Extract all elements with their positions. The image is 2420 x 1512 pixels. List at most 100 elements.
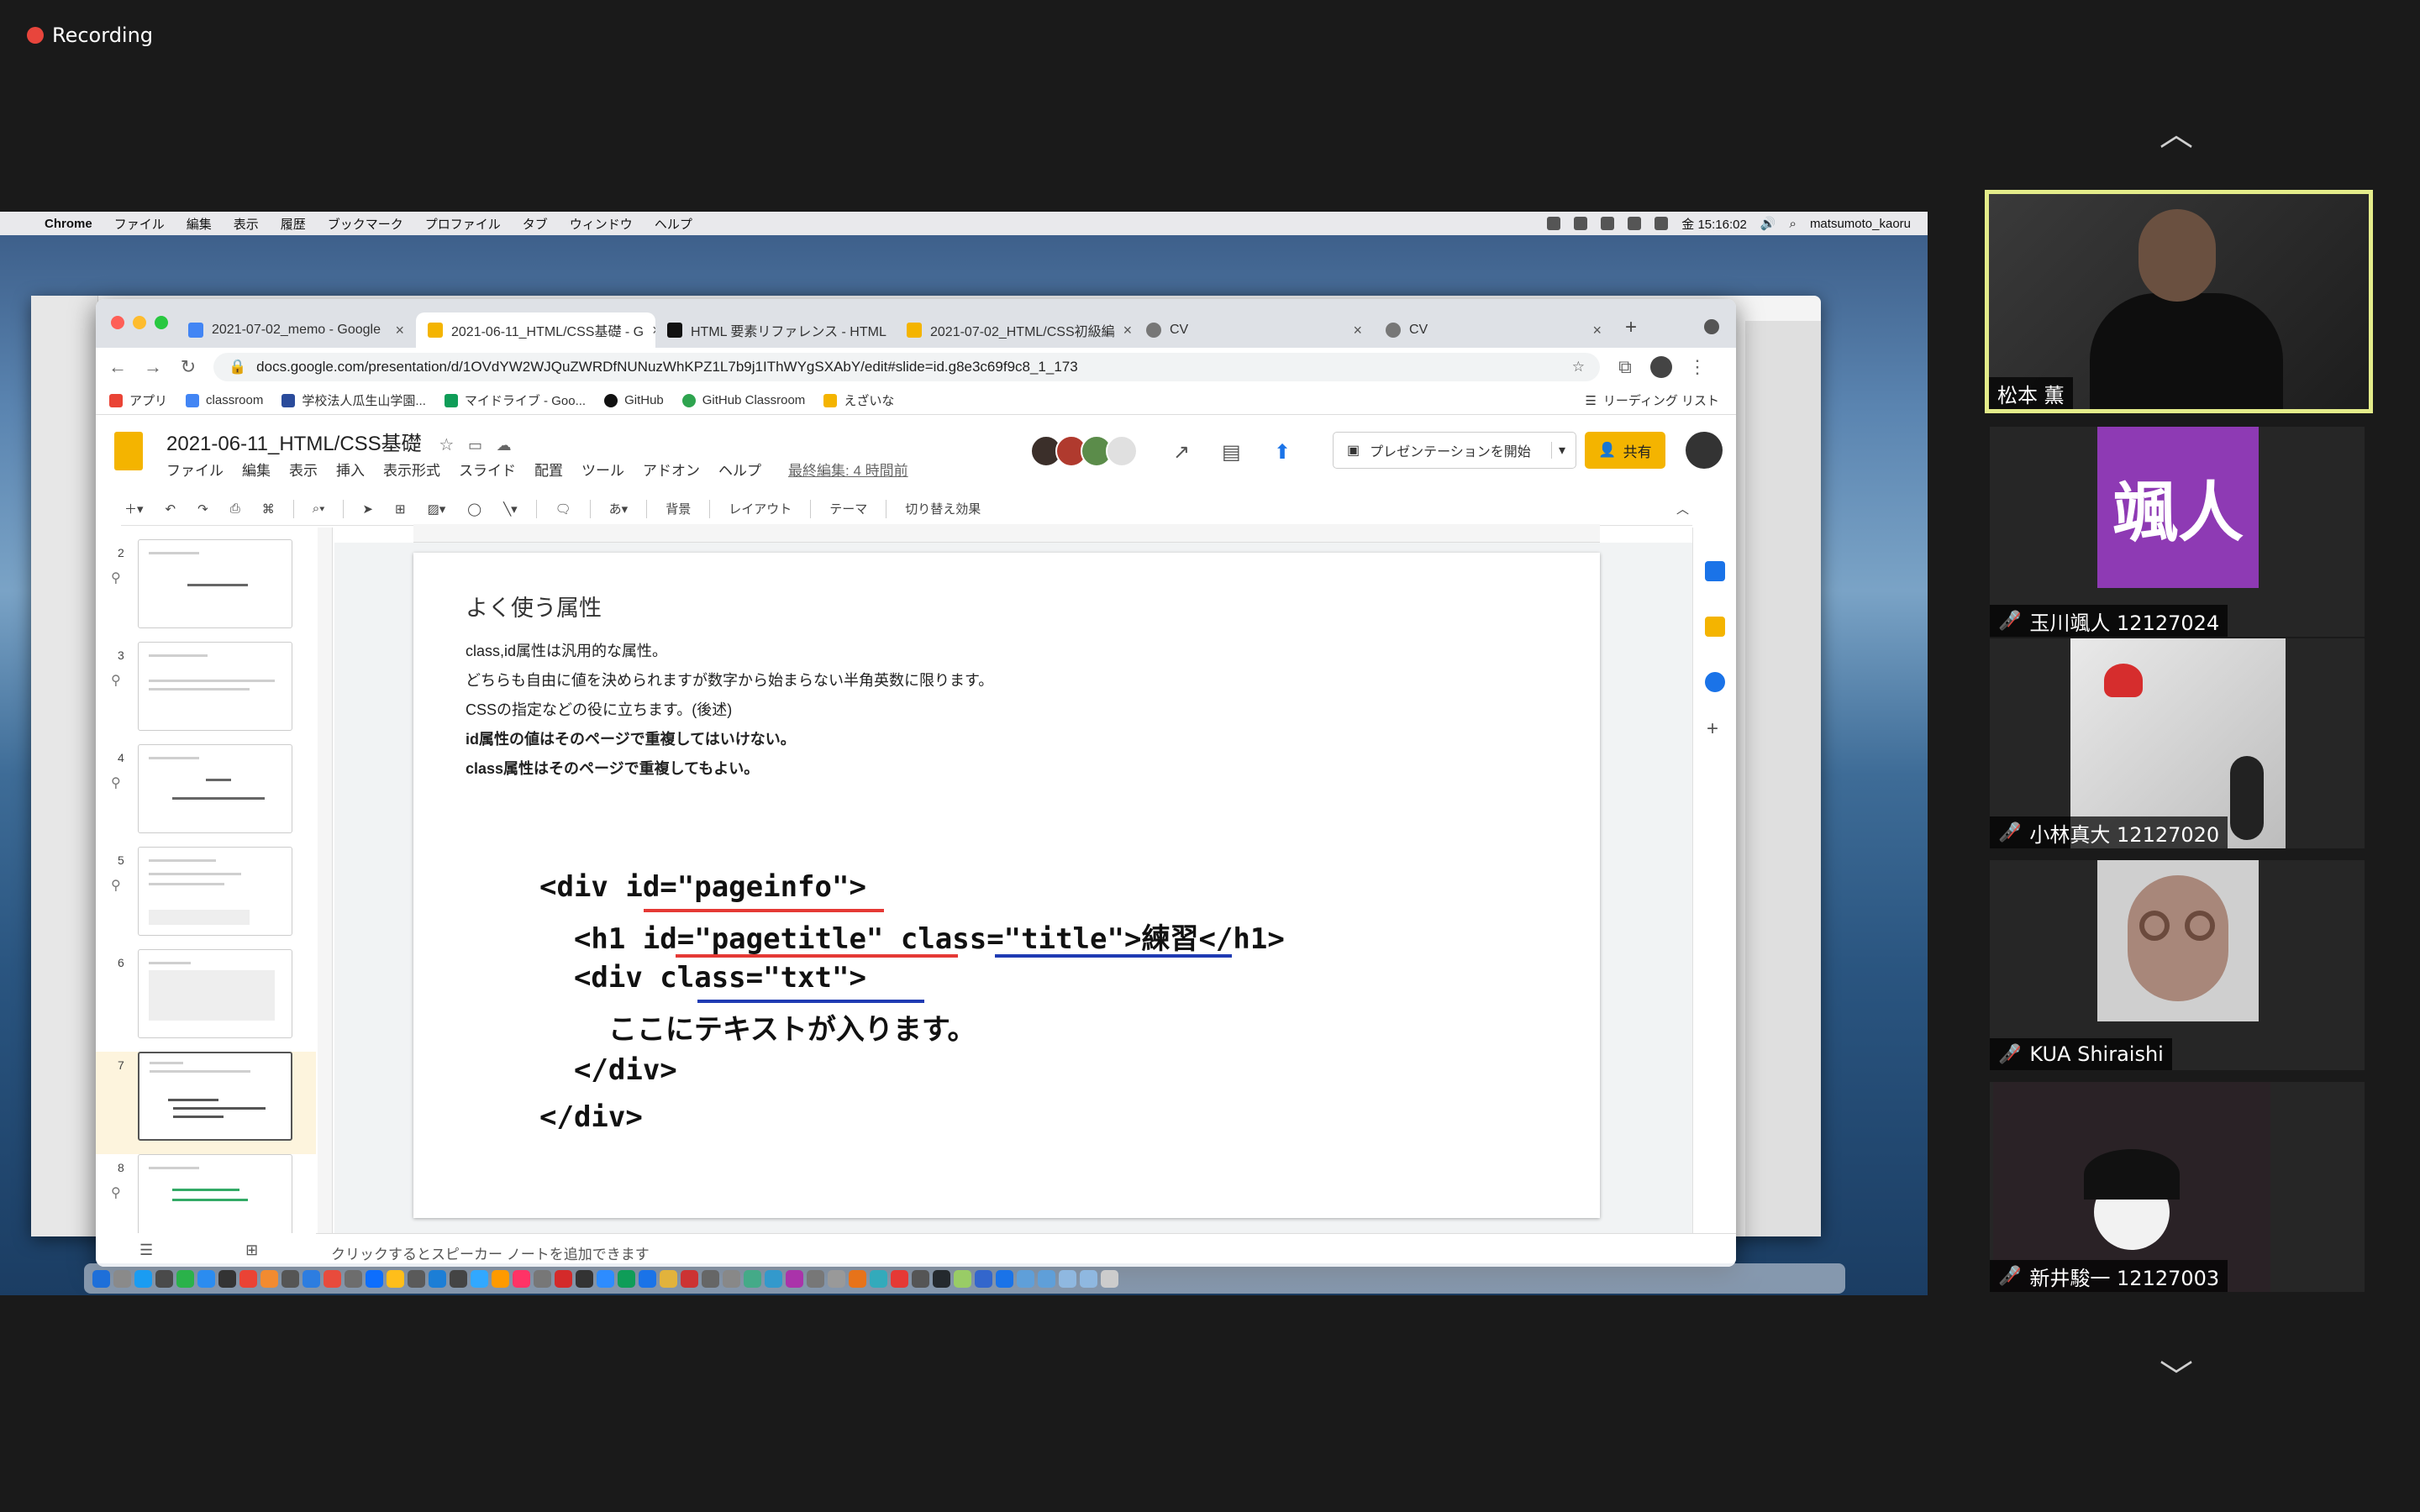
menu-view[interactable]: 表示 [289,459,318,480]
participant-tile[interactable]: 🎤̸ 小林真大 12127020 [1990,638,2365,848]
bookmark-school[interactable]: 学校法人瓜生山学園... [281,391,426,409]
app-icon[interactable] [618,1269,635,1288]
print-icon[interactable]: ⎙ [227,501,244,516]
browser-tab[interactable]: 2021-07-02_memo - Google × [176,312,416,348]
bookmark-apps[interactable]: アプリ [109,391,167,409]
scroll-up-chevron-icon[interactable]: ︿ [2147,118,2206,151]
menu-edit[interactable]: 編集 [242,459,271,480]
speaker-notes[interactable]: クリックするとスピーカー ノートを追加できます [316,1233,1736,1267]
zoom-window-icon[interactable] [155,316,168,329]
status-icon[interactable] [1601,217,1615,230]
slide-thumbnail[interactable]: 8 ⚲ [96,1154,316,1233]
browser-tab[interactable]: CV × [1374,312,1613,348]
url-field[interactable]: 🔒 docs.google.com/presentation/d/1OVdYW2… [213,353,1600,381]
app-icon[interactable] [555,1269,572,1288]
slide-thumbnail[interactable]: 3 ⚲ [96,642,316,744]
browser-tab[interactable]: 2021-07-02_HTML/CSS初級編 × [895,312,1134,348]
app-icon[interactable] [807,1269,824,1288]
transition-button[interactable]: 切り替え効果 [902,500,984,517]
acrobat-icon[interactable] [891,1269,908,1288]
move-folder-icon[interactable]: ▭ [468,437,482,454]
dropdown-arrow-icon[interactable]: ▾ [1550,442,1576,459]
app-icon[interactable] [450,1269,467,1288]
chrome-menu-icon[interactable]: ⋮ [1687,356,1707,378]
tab-close-icon[interactable]: × [1123,322,1133,339]
bookmark-ezaina[interactable]: えざいな [823,391,894,409]
app-icon[interactable] [828,1269,845,1288]
photoshop-icon[interactable] [471,1269,488,1288]
participant-tile[interactable]: 🎤̸ 新井駿一 12127003 [1990,1082,2365,1292]
app-icon[interactable] [366,1269,383,1288]
extensions-icon[interactable]: ⧉ [1615,356,1635,378]
menu-tools[interactable]: ツール [581,459,624,480]
app-icon[interactable] [387,1269,404,1288]
line-icon[interactable]: ╲▾ [500,501,521,517]
slides-logo-icon[interactable] [114,432,143,470]
folder-icon[interactable] [1080,1269,1097,1288]
app-icon[interactable] [660,1269,677,1288]
menu-view[interactable]: 表示 [223,215,270,233]
tab-close-icon[interactable]: × [1353,322,1362,339]
spotlight-icon[interactable]: ⌕ [1790,217,1797,231]
volume-icon[interactable]: 🔊 [1760,216,1776,231]
zoom-app-icon[interactable] [597,1269,614,1288]
current-slide[interactable]: よく使う属性 class,id属性は汎用的な属性。 どちらも自由に値を決められま… [413,553,1600,1218]
menu-profile[interactable]: プロファイル [414,215,512,233]
messages-icon[interactable] [176,1269,194,1288]
app-icon[interactable] [786,1269,803,1288]
calendar-icon[interactable] [1705,561,1725,581]
app-icon[interactable] [324,1269,341,1288]
tab-close-icon[interactable]: × [395,322,404,339]
scroll-down-chevron-icon[interactable]: ﹀ [2147,1361,2206,1394]
avatar[interactable] [1106,435,1138,467]
new-tab-plus-icon[interactable]: + [1625,316,1637,339]
tab-close-icon[interactable]: × [1592,322,1602,339]
participant-tile-active[interactable]: 松本 薫 [1985,190,2373,413]
undo-icon[interactable]: ↶ [162,501,180,517]
slide-thumbnail[interactable]: 5 ⚲ [96,847,316,949]
menu-addons[interactable]: アドオン [643,459,700,480]
grid-view-icon[interactable]: ⊞ [245,1242,258,1259]
vscode-icon[interactable] [429,1269,446,1288]
app-icon[interactable] [702,1269,719,1288]
menu-help[interactable]: ヘルプ [644,215,703,233]
folder-icon[interactable] [1059,1269,1076,1288]
app-icon[interactable] [996,1269,1013,1288]
minimize-window-icon[interactable] [133,316,146,329]
bookmark-github[interactable]: GitHub [604,393,664,407]
redo-icon[interactable]: ↷ [194,501,212,517]
menu-app-name[interactable]: Chrome [34,217,103,231]
text-box-icon[interactable]: ⊞ [392,501,409,517]
profile-avatar[interactable] [1650,356,1672,378]
list-view-icon[interactable]: ☰ [139,1242,153,1259]
wifi-icon[interactable] [1655,217,1669,230]
app-icon[interactable] [534,1269,551,1288]
account-avatar[interactable] [1686,432,1723,469]
last-edit-link[interactable]: 最終編集: 4 時間前 [788,459,908,480]
slide-thumbnail-active[interactable]: 7 [96,1052,316,1154]
folder-icon[interactable] [1038,1269,1055,1288]
menu-help[interactable]: ヘルプ [718,459,761,480]
app-icon[interactable] [218,1269,236,1288]
collapse-toolbar-icon[interactable]: ︿ [1673,500,1692,517]
app-icon[interactable] [849,1269,866,1288]
tab-search-icon[interactable] [1704,319,1719,334]
theme-button[interactable]: テーマ [826,500,871,517]
select-cursor-icon[interactable]: ➤ [359,501,376,517]
close-window-icon[interactable] [111,316,124,329]
app-icon[interactable] [870,1269,887,1288]
bookmark-github-classroom[interactable]: GitHub Classroom [681,393,805,407]
paint-format-icon[interactable]: ⌘ [259,501,278,517]
app-icon[interactable] [912,1269,929,1288]
app-icon[interactable] [513,1269,530,1288]
document-title[interactable]: 2021-06-11_HTML/CSS基礎 ☆ ▭ ☁ [166,427,512,456]
app-icon[interactable] [345,1269,362,1288]
menu-slide[interactable]: スライド [459,459,516,480]
bookmark-drive[interactable]: マイドライブ - Goo... [444,391,586,409]
star-bookmark-icon[interactable]: ☆ [1572,359,1585,375]
new-slide-plus-icon[interactable]: ＋▾ [121,500,147,517]
slide-thumbnail[interactable]: 4 ⚲ [96,744,316,847]
trash-icon[interactable] [1101,1269,1118,1288]
status-icon[interactable] [1574,217,1588,230]
menu-tab[interactable]: タブ [512,215,559,233]
